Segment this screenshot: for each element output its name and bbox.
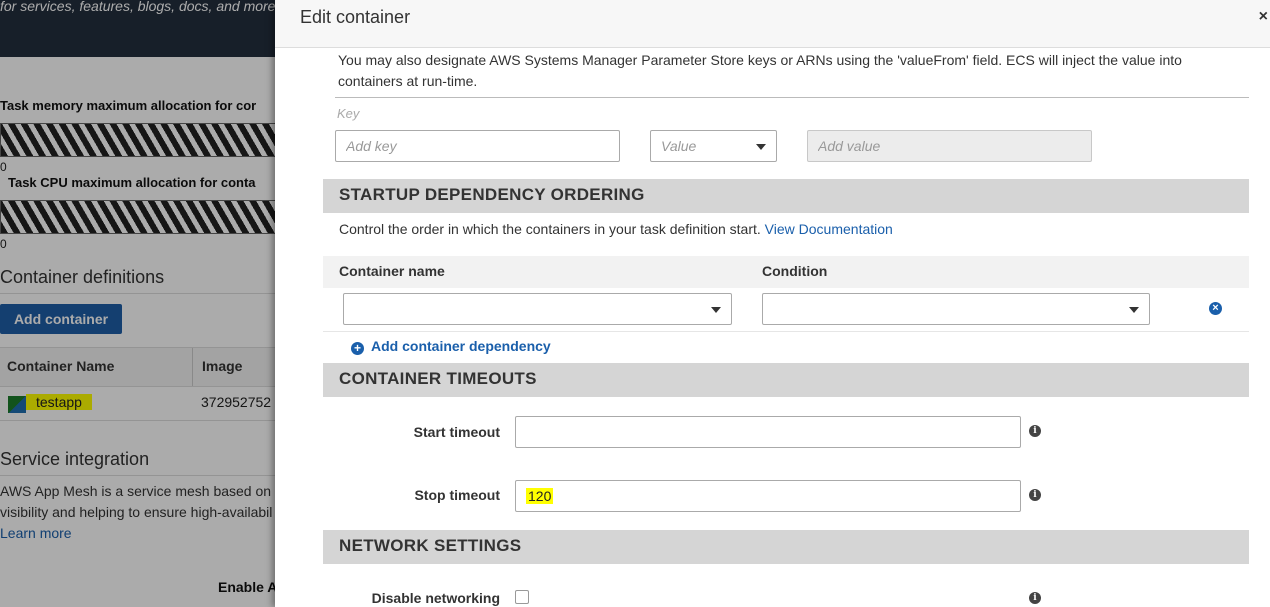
container-name-select[interactable] [343, 293, 732, 325]
divider [335, 97, 1249, 98]
stop-timeout-label: Stop timeout [414, 487, 500, 503]
chevron-down-icon [711, 307, 721, 313]
startup-dependency-section-header: STARTUP DEPENDENCY ORDERING [323, 179, 1249, 213]
network-settings-section-header: NETWORK SETTINGS [323, 530, 1249, 564]
info-icon[interactable]: i [1029, 425, 1041, 437]
startup-dependency-description: Control the order in which the container… [339, 221, 893, 237]
column-condition: Condition [762, 263, 828, 279]
info-icon[interactable]: i [1029, 592, 1041, 604]
add-key-input[interactable] [335, 130, 620, 162]
modal-backdrop[interactable] [0, 0, 275, 607]
value-type-select[interactable]: Value [650, 130, 777, 162]
edit-container-modal: Edit container × You may also designate … [275, 0, 1270, 607]
plus-circle-icon: + [351, 342, 364, 355]
section-title: CONTAINER TIMEOUTS [339, 369, 537, 388]
stop-timeout-value: 120 [526, 488, 554, 504]
column-container-name: Container name [339, 263, 445, 279]
chevron-down-icon [756, 144, 766, 150]
chevron-down-icon [1129, 307, 1139, 313]
container-timeouts-section-header: CONTAINER TIMEOUTS [323, 363, 1249, 397]
remove-dependency-icon[interactable]: × [1209, 302, 1222, 315]
add-dependency-label: Add container dependency [371, 338, 551, 354]
close-icon[interactable]: × [1259, 8, 1268, 26]
section-title: STARTUP DEPENDENCY ORDERING [339, 185, 645, 204]
disable-networking-label: Disable networking [371, 590, 500, 606]
modal-header: Edit container × [275, 0, 1270, 48]
modal-title: Edit container [300, 7, 411, 27]
description-text: Control the order in which the container… [339, 221, 761, 237]
info-icon[interactable]: i [1029, 489, 1041, 501]
condition-select[interactable] [762, 293, 1150, 325]
section-title: NETWORK SETTINGS [339, 536, 522, 555]
value-from-help-text: You may also designate AWS Systems Manag… [338, 52, 1182, 89]
dependency-table-header: Container name Condition [323, 256, 1249, 288]
add-value-input [807, 130, 1092, 162]
key-column-label: Key [337, 106, 360, 121]
start-timeout-input[interactable] [515, 416, 1021, 448]
view-documentation-link[interactable]: View Documentation [765, 221, 893, 237]
add-container-dependency-button[interactable]: + Add container dependency [351, 338, 551, 355]
start-timeout-label: Start timeout [413, 424, 500, 440]
value-type-select-label: Value [661, 138, 697, 154]
stop-timeout-input[interactable]: 120 [515, 480, 1021, 512]
disable-networking-checkbox[interactable] [515, 590, 529, 604]
